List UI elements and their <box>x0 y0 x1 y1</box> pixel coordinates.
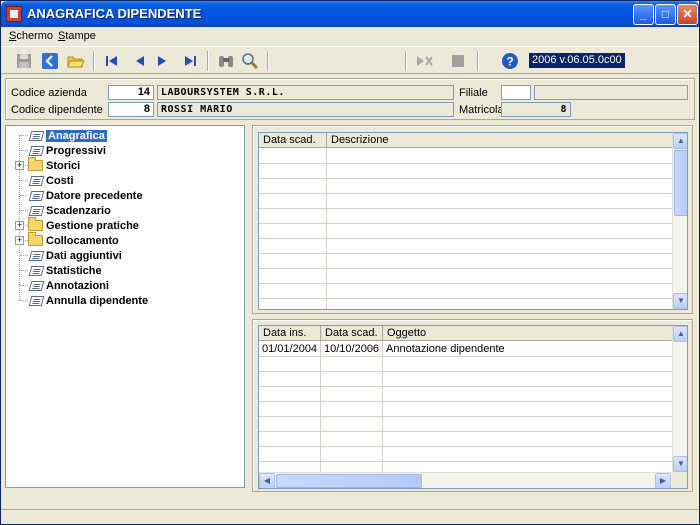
tree-item-label: Costi <box>46 174 74 187</box>
annotazioni-horizontal-scrollbar[interactable]: ◀ ▶ <box>259 472 672 488</box>
expand-icon[interactable]: + <box>15 221 24 230</box>
binoculars-icon[interactable] <box>215 51 237 71</box>
tree-item-label: Progressivi <box>46 144 106 157</box>
tree-item-label: Gestione pratiche <box>46 219 139 232</box>
scroll-down-icon[interactable]: ▼ <box>673 293 687 309</box>
document-icon <box>28 280 45 291</box>
tree-item-storici[interactable]: Storici <box>28 157 81 173</box>
filiale-label: Filiale <box>459 87 488 99</box>
open-folder-icon[interactable] <box>65 51 87 71</box>
column-header-data-scad[interactable]: Data scad. <box>259 133 327 148</box>
tree-item-collocamento[interactable]: Collocamento <box>28 232 119 248</box>
folder-icon <box>28 232 43 246</box>
document-icon <box>28 265 45 276</box>
document-icon <box>28 175 45 186</box>
tree-item-annulla-dipendente[interactable]: Annulla dipendente <box>28 293 148 308</box>
tree-item-label: Scadenzario <box>46 204 111 217</box>
azienda-name-field: LABOURSYSTEM S.R.L. <box>157 85 454 100</box>
matricola-label: Matricola <box>459 104 504 116</box>
expand-icon[interactable]: + <box>15 236 24 245</box>
expand-icon[interactable]: + <box>15 161 24 170</box>
first-record-icon[interactable] <box>101 51 123 71</box>
document-icon <box>28 250 45 261</box>
tree-item-gestione-pratiche[interactable]: Gestione pratiche <box>28 217 139 233</box>
codice-dipendente-field[interactable]: 8 <box>108 102 154 117</box>
table-cell: 10/10/2006 <box>324 343 380 355</box>
tree-item-label: Annotazioni <box>46 279 109 292</box>
tree-item-label: Datore precedente <box>46 189 143 202</box>
tree-item-scadenzario[interactable]: Scadenzario <box>28 203 111 218</box>
tree-item-label: Anagrafica <box>46 129 107 142</box>
codice-dipendente-label: Codice dipendente <box>11 104 103 116</box>
document-icon <box>28 130 45 141</box>
tree-item-costi[interactable]: Costi <box>28 173 74 188</box>
tree-item-label: Annulla dipendente <box>46 294 149 307</box>
app-icon <box>6 6 22 22</box>
dipendente-name-field: ROSSI MARIO <box>157 102 454 117</box>
tree-item-label: Storici <box>46 159 81 172</box>
status-bar <box>1 509 699 525</box>
menu-stampe[interactable]: Stampe <box>58 30 96 42</box>
scroll-down-icon[interactable]: ▼ <box>673 456 687 472</box>
tree-item-label: Statistiche <box>46 264 102 277</box>
filiale-field[interactable] <box>501 85 531 100</box>
scadenze-vertical-scrollbar[interactable]: ▲ ▼ <box>672 133 687 309</box>
tree-item-dati-aggiuntivi[interactable]: Dati aggiuntivi <box>28 248 122 263</box>
table-cell: Annotazione dipendente <box>386 343 505 355</box>
tree-item-anagrafica[interactable]: Anagrafica <box>28 128 107 143</box>
document-icon <box>28 205 45 216</box>
navigation-tree: Anagrafica Progressivi Storici + Costi Datore… <box>5 125 245 488</box>
version-label: 2006 v.06.05.0c00 <box>529 53 625 68</box>
matricola-field: 8 <box>501 102 571 117</box>
maximize-button[interactable]: □ <box>655 4 676 25</box>
annotazioni-grid: Data ins. Data scad. Oggetto 01/01/2004 1… <box>258 325 688 489</box>
scroll-left-icon[interactable]: ◀ <box>259 473 275 488</box>
tree-item-datore-precedente[interactable]: Datore precedente <box>28 188 143 203</box>
document-icon <box>28 145 45 156</box>
document-icon <box>28 295 45 306</box>
tree-item-progressivi[interactable]: Progressivi <box>28 143 106 158</box>
codice-azienda-label: Codice azienda <box>11 87 87 99</box>
tree-item-statistiche[interactable]: Statistiche <box>28 263 102 278</box>
scroll-up-icon[interactable]: ▲ <box>673 133 687 149</box>
menu-bar: Schermo Stampe <box>1 27 699 45</box>
previous-record-icon[interactable] <box>129 51 151 71</box>
table-cell: 01/01/2004 <box>262 343 318 355</box>
last-record-icon[interactable] <box>179 51 201 71</box>
tree-item-label: Dati aggiuntivi <box>46 249 122 262</box>
column-header-data-scad[interactable]: Data scad. <box>321 326 383 341</box>
annotazioni-vertical-scrollbar[interactable]: ▲ ▼ <box>672 326 687 472</box>
search-icon[interactable] <box>239 51 261 71</box>
close-button[interactable]: ✕ <box>677 4 698 25</box>
tree-item-label: Collocamento <box>46 234 119 247</box>
next-record-icon[interactable] <box>151 51 173 71</box>
folder-icon <box>28 217 43 231</box>
main-window: ANAGRAFICA DIPENDENTE _ □ ✕ Schermo Stam… <box>0 0 700 525</box>
horizontal-scrollbar-thumb[interactable] <box>276 474 422 488</box>
tree-item-annotazioni[interactable]: Annotazioni <box>28 278 109 293</box>
codice-azienda-field[interactable]: 14 <box>108 85 154 100</box>
window-title: ANAGRAFICA DIPENDENTE <box>27 6 202 21</box>
save-icon[interactable] <box>13 51 35 71</box>
minimize-button[interactable]: _ <box>633 4 654 25</box>
scrollbar-thumb[interactable] <box>674 150 687 216</box>
delete-record-icon[interactable] <box>413 51 435 71</box>
scadenze-grid: Data scad. Descrizione ▲ ▼ <box>258 132 688 310</box>
scroll-up-icon[interactable]: ▲ <box>673 326 687 342</box>
title-bar: ANAGRAFICA DIPENDENTE _ □ ✕ <box>1 1 699 27</box>
column-header-descrizione[interactable]: Descrizione <box>327 133 673 148</box>
column-header-oggetto[interactable]: Oggetto <box>383 326 673 341</box>
svg-text:?: ? <box>506 55 513 69</box>
scroll-right-icon[interactable]: ▶ <box>655 473 671 488</box>
folder-icon <box>28 157 43 171</box>
column-header-data-ins[interactable]: Data ins. <box>259 326 321 341</box>
help-icon[interactable]: ? <box>499 51 521 71</box>
menu-schermo[interactable]: Schermo <box>9 30 53 42</box>
back-icon[interactable] <box>39 51 61 71</box>
document-icon <box>28 190 45 201</box>
stop-icon[interactable] <box>447 51 469 71</box>
filiale-description-field <box>534 85 688 100</box>
